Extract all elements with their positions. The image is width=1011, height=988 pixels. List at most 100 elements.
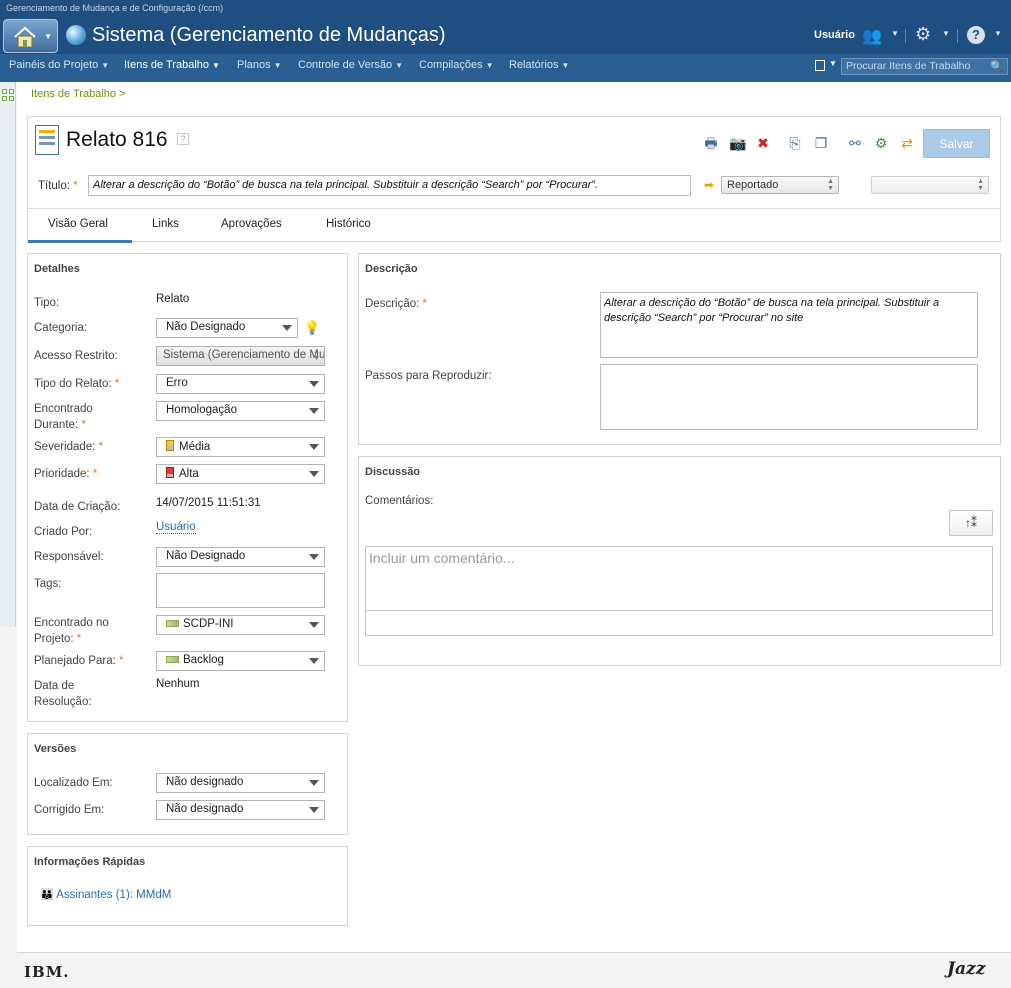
spinner-arrows-icon: ▲ ▼ — [827, 178, 834, 192]
refresh-icon[interactable]: ⇄ — [899, 135, 915, 151]
defect-type-label: Tipo do Relato: * — [34, 378, 120, 390]
work-item-header: Relato 816 ? 🖶 📷 ✖ ⎘ ❐ ⚯ ⚙ ⇄ Salvar Títu… — [27, 116, 1001, 243]
search-placeholder: Procurar Itens de Trabalho — [846, 60, 971, 72]
search-work-items-input[interactable]: Procurar Itens de Trabalho 🔍 — [841, 58, 1008, 75]
category-hint-icon[interactable]: 💡 — [304, 320, 320, 336]
help-icon[interactable]: ? — [967, 26, 985, 44]
priority-select[interactable]: Alta — [156, 464, 325, 484]
description-label: Descrição: * — [365, 298, 428, 310]
steps-label: Passos para Reproduzir: — [365, 370, 492, 382]
description-textarea[interactable]: Alterar a descrição do “Botão” de busca … — [600, 292, 978, 358]
help-icon[interactable]: ? — [177, 133, 189, 145]
details-header: Detalhes — [34, 263, 80, 275]
found-during-select[interactable]: Homologação — [156, 401, 325, 421]
caret-down-icon — [309, 622, 319, 628]
users-icon[interactable]: 👥 — [862, 26, 882, 46]
delete-icon[interactable]: ✖ — [755, 135, 771, 151]
subscribe-icon[interactable]: ⚙ — [873, 135, 889, 151]
breadcrumb[interactable]: Itens de Trabalho > — [31, 88, 125, 100]
toolbar-divider — [905, 29, 906, 43]
state-transition-arrow-icon: ➡ — [704, 178, 715, 192]
title-input[interactable]: Alterar a descrição do “Botão” de busca … — [88, 175, 691, 196]
created-by-link[interactable]: Usuário — [156, 521, 196, 534]
required-marker: * — [73, 180, 78, 192]
iteration-icon — [166, 620, 179, 627]
widget-grid-icon[interactable] — [2, 89, 14, 101]
chevron-down-icon: ▼ — [44, 32, 52, 41]
tab-approvals[interactable]: Aprovações — [221, 218, 282, 230]
tags-input[interactable] — [156, 573, 325, 608]
steps-textarea[interactable] — [600, 364, 978, 430]
link-icon[interactable]: ⚯ — [847, 135, 863, 151]
resolution-date-value: Nenhum — [156, 678, 200, 690]
chevron-down-icon[interactable]: ▼ — [891, 29, 899, 38]
caret-down-icon — [282, 325, 292, 331]
find-duplicate-icon[interactable]: ⎘ — [787, 135, 803, 151]
sort-comments-button[interactable]: ↑⁑ — [949, 510, 993, 536]
nav-plans[interactable]: Planos ▼ — [237, 59, 282, 71]
spinner-arrows-icon: ▲ ▼ — [313, 348, 320, 362]
user-menu[interactable]: Usuário — [814, 29, 855, 41]
defect-icon — [35, 125, 59, 155]
planned-for-select[interactable]: Backlog — [156, 651, 325, 671]
severity-select[interactable]: Média — [156, 437, 325, 457]
nav-reports[interactable]: Relatórios ▼ — [509, 59, 569, 71]
discussion-header: Discussão — [365, 466, 421, 478]
save-button[interactable]: Salvar — [923, 129, 990, 158]
iteration-icon — [166, 656, 179, 663]
caret-down-icon — [309, 444, 319, 450]
chevron-down-icon: ▼ — [273, 61, 282, 70]
chevron-down-icon[interactable]: ▼ — [829, 59, 837, 68]
chevron-down-icon[interactable]: ▼ — [942, 29, 950, 38]
page-footer: IBM. Jazz — [17, 952, 1011, 988]
category-select[interactable]: Não Designado — [156, 318, 298, 338]
camera-icon[interactable]: 📷 — [729, 135, 746, 151]
nav-work-items[interactable]: Itens de Trabalho ▼ — [124, 59, 220, 71]
creation-date-label: Data de Criação: — [34, 501, 121, 513]
subscribers-link[interactable]: 👪 Assinantes (1): MMdM — [40, 888, 171, 901]
nav-source-control[interactable]: Controle de Versão ▼ — [298, 59, 403, 71]
list-view-icon[interactable] — [815, 60, 825, 71]
owner-select[interactable]: Não Designado — [156, 547, 325, 567]
type-label: Tipo: — [34, 297, 60, 309]
tab-links[interactable]: Links — [152, 218, 179, 230]
comment-footer — [365, 610, 993, 636]
comment-input[interactable]: Incluir um comentário... — [365, 546, 993, 611]
planned-for-label: Planejado Para: * — [34, 655, 124, 667]
caret-down-icon — [309, 807, 319, 813]
project-title[interactable]: Sistema (Gerenciamento de Mudanças) — [92, 24, 446, 47]
home-menu-button[interactable]: ▼ — [3, 19, 58, 53]
ibm-logo: IBM. — [24, 963, 70, 981]
work-item-title: Relato 816 — [66, 128, 168, 151]
severity-label: Severidade: * — [34, 441, 104, 453]
found-in-select[interactable]: Não designado — [156, 773, 325, 793]
caret-down-icon — [309, 554, 319, 560]
copy-icon[interactable]: ❐ — [813, 135, 829, 151]
tab-history[interactable]: Histórico — [326, 218, 371, 230]
caret-down-icon — [309, 471, 319, 477]
quick-info-panel: Informações Rápidas 👪 Assinantes (1): MM… — [27, 846, 348, 926]
chevron-down-icon: ▼ — [212, 61, 220, 70]
print-icon[interactable]: 🖶 — [703, 135, 719, 151]
caret-down-icon — [309, 381, 319, 387]
fixed-in-select[interactable]: Não designado — [156, 800, 325, 820]
chevron-down-icon[interactable]: ▼ — [994, 29, 1002, 38]
priority-label: Prioridade: * — [34, 468, 98, 480]
state-select[interactable]: Reportado ▲ ▼ — [721, 176, 839, 194]
tab-overview[interactable]: Visão Geral — [48, 218, 108, 230]
search-icon[interactable]: 🔍 — [990, 60, 1004, 73]
gear-icon[interactable]: ⚙ — [915, 24, 931, 45]
subscribers-icon: 👪 — [40, 889, 54, 901]
versions-panel: Versões Localizado Em: Não designado Cor… — [27, 733, 348, 835]
caret-down-icon — [309, 780, 319, 786]
chevron-down-icon: ▼ — [485, 61, 494, 70]
found-in-project-select[interactable]: SCDP-INI — [156, 615, 325, 635]
action-select[interactable]: ▲ ▼ — [871, 176, 989, 194]
tab-bar: Visão Geral Links Aprovações Histórico — [28, 208, 1000, 243]
active-tab-indicator — [28, 240, 132, 243]
nav-project-dashboards[interactable]: Painéis do Projeto ▼ — [9, 59, 109, 71]
nav-builds[interactable]: Compilações ▼ — [419, 59, 494, 71]
defect-type-select[interactable]: Erro — [156, 374, 325, 394]
caret-down-icon — [309, 658, 319, 664]
restricted-access-select[interactable]: Sistema (Gerenciamento de Mudanças)▲▼ — [156, 346, 325, 366]
